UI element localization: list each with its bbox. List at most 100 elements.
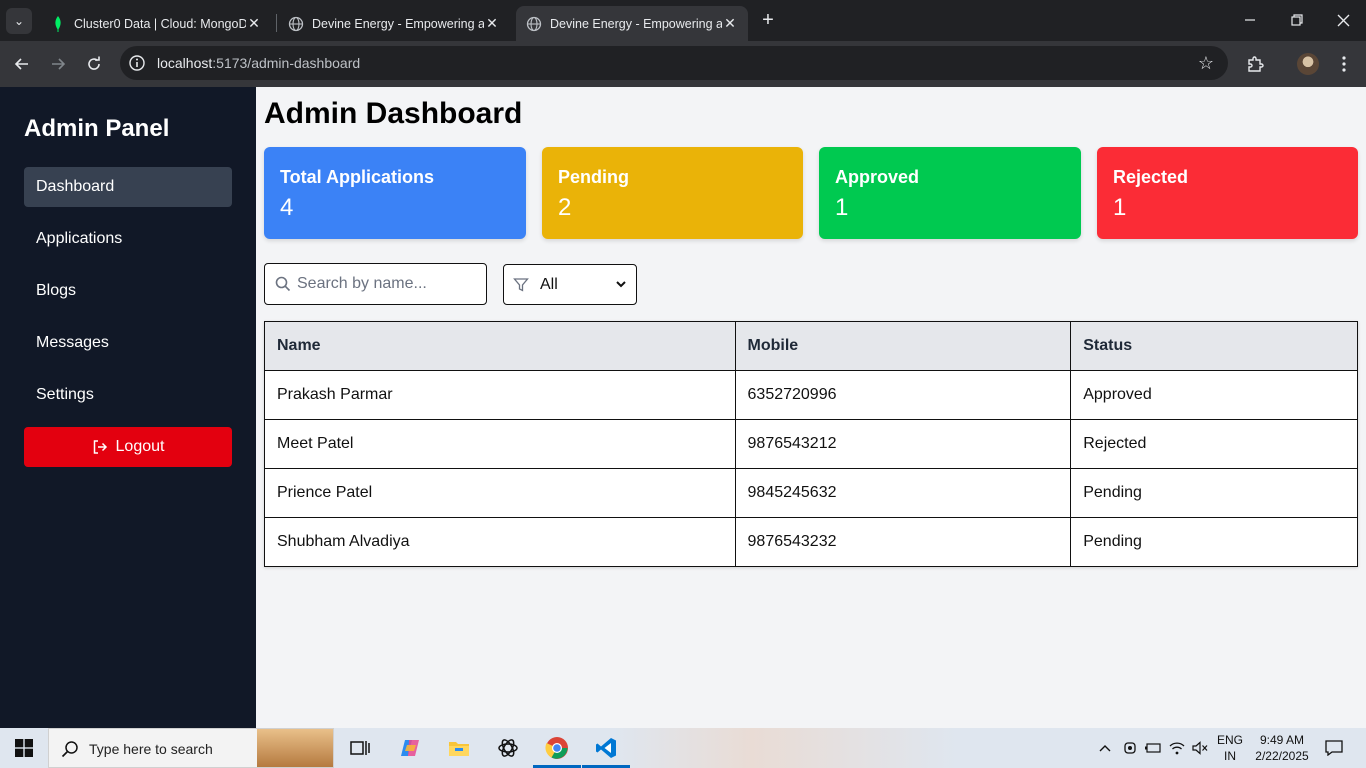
cell-mobile: 9876543232 bbox=[734, 517, 1072, 567]
search-input[interactable] bbox=[297, 272, 477, 296]
tab-devine-energy-active[interactable]: Devine Energy - Empowering a ✕ bbox=[516, 6, 748, 41]
sidebar-item-settings[interactable]: Settings bbox=[24, 375, 232, 415]
close-window-icon[interactable] bbox=[1331, 8, 1355, 32]
logout-label: Logout bbox=[115, 438, 165, 455]
cell-status: Pending bbox=[1070, 517, 1358, 567]
stat-label: Approved bbox=[835, 167, 920, 187]
cell-name: Prakash Parmar bbox=[264, 370, 736, 420]
tab-devine-energy-1[interactable]: Devine Energy - Empowering a ✕ bbox=[278, 6, 510, 41]
url-path: :5173/admin-dashboard bbox=[212, 55, 361, 71]
tab-title: Devine Energy - Empowering a bbox=[312, 16, 484, 31]
language-indicator[interactable]: ENG IN bbox=[1213, 732, 1247, 764]
cell-status: Pending bbox=[1070, 468, 1358, 518]
column-header-mobile[interactable]: Mobile bbox=[734, 321, 1072, 371]
globe-icon bbox=[288, 16, 304, 32]
volume-muted-icon[interactable] bbox=[1189, 728, 1211, 768]
stat-value: 2 bbox=[558, 194, 572, 221]
url-text: localhost:5173/admin-dashboard bbox=[157, 55, 360, 71]
cell-status: Approved bbox=[1070, 370, 1358, 420]
sidebar-title: Admin Panel bbox=[24, 115, 170, 142]
battery-icon[interactable] bbox=[1143, 728, 1163, 768]
table-row[interactable]: Prakash Parmar 6352720996 Approved bbox=[264, 370, 1358, 420]
table-row[interactable]: Meet Patel 9876543212 Rejected bbox=[264, 419, 1358, 469]
globe-icon bbox=[526, 16, 542, 32]
url-host: localhost bbox=[157, 55, 213, 71]
taskbar-search-box[interactable]: Type here to search bbox=[48, 728, 334, 768]
search-icon bbox=[61, 741, 78, 758]
cell-name: Shubham Alvadiya bbox=[264, 517, 736, 567]
logout-button[interactable]: Logout bbox=[24, 427, 232, 467]
column-header-name[interactable]: Name bbox=[264, 321, 736, 371]
tab-search-dropdown-icon[interactable]: ⌄ bbox=[6, 8, 32, 34]
back-arrow-icon[interactable] bbox=[10, 52, 34, 76]
task-view-icon[interactable] bbox=[336, 728, 384, 768]
stat-value: 1 bbox=[1113, 194, 1127, 221]
windows-start-icon[interactable] bbox=[0, 728, 48, 768]
cell-mobile: 9845245632 bbox=[734, 468, 1072, 518]
bookmark-star-icon[interactable]: ☆ bbox=[1198, 53, 1214, 74]
status-filter-select[interactable]: All bbox=[503, 264, 637, 305]
cell-name: Prience Patel bbox=[264, 468, 736, 518]
windows-taskbar: Type here to search ENG IN 9:49 AM 2/22/… bbox=[0, 728, 1366, 768]
cell-name: Meet Patel bbox=[264, 419, 736, 469]
stat-label: Rejected bbox=[1113, 167, 1189, 187]
stat-card-rejected: Rejected 1 bbox=[1097, 147, 1358, 239]
table-row[interactable]: Shubham Alvadiya 9876543232 Pending bbox=[264, 517, 1358, 567]
meet-now-icon[interactable] bbox=[1120, 728, 1140, 768]
stat-value: 1 bbox=[835, 194, 849, 221]
table-row[interactable]: Prience Patel 9845245632 Pending bbox=[264, 468, 1358, 518]
new-tab-plus-icon[interactable]: + bbox=[757, 9, 779, 31]
forward-arrow-icon[interactable] bbox=[46, 52, 70, 76]
tab-close-icon[interactable]: ✕ bbox=[246, 15, 262, 32]
cell-mobile: 9876543212 bbox=[734, 419, 1072, 469]
notification-center-icon[interactable] bbox=[1320, 728, 1348, 768]
tab-close-icon[interactable]: ✕ bbox=[484, 15, 500, 32]
search-highlight-image bbox=[257, 729, 333, 767]
sidebar-item-dashboard[interactable]: Dashboard bbox=[24, 167, 232, 207]
system-clock[interactable]: 9:49 AM 2/22/2025 bbox=[1252, 732, 1312, 764]
show-hidden-icons-chevron-up-icon[interactable] bbox=[1094, 728, 1116, 768]
search-box bbox=[264, 263, 487, 305]
tab-title: Devine Energy - Empowering a bbox=[550, 16, 722, 31]
profile-avatar[interactable] bbox=[1296, 52, 1320, 76]
filter-selected-value: All bbox=[540, 276, 558, 293]
stat-card-approved: Approved 1 bbox=[819, 147, 1081, 239]
chatgpt-icon[interactable] bbox=[484, 728, 532, 768]
stat-value: 4 bbox=[280, 194, 294, 221]
browser-tab-bar: ⌄ Cluster0 Data | Cloud: MongoDB ✕ Devin… bbox=[0, 0, 1366, 41]
wifi-icon[interactable] bbox=[1167, 728, 1187, 768]
clock-date: 2/22/2025 bbox=[1255, 749, 1309, 763]
language-code: ENG bbox=[1216, 733, 1243, 747]
chevron-down-icon bbox=[616, 281, 626, 288]
extensions-puzzle-icon[interactable] bbox=[1243, 52, 1267, 76]
tab-close-icon[interactable]: ✕ bbox=[722, 15, 738, 32]
more-menu-icon[interactable] bbox=[1332, 52, 1356, 76]
admin-sidebar: Admin Panel Dashboard Applications Blogs… bbox=[0, 87, 256, 728]
stat-card-pending: Pending 2 bbox=[542, 147, 803, 239]
file-explorer-icon[interactable] bbox=[435, 728, 483, 768]
sidebar-item-messages[interactable]: Messages bbox=[24, 323, 232, 363]
copilot-icon[interactable] bbox=[386, 728, 434, 768]
minimize-icon[interactable] bbox=[1238, 8, 1262, 32]
dashboard-main: Admin Dashboard Total Applications 4 Pen… bbox=[256, 87, 1366, 728]
cell-status: Rejected bbox=[1070, 419, 1358, 469]
chrome-icon[interactable] bbox=[533, 728, 581, 768]
cell-mobile: 6352720996 bbox=[734, 370, 1072, 420]
tab-divider bbox=[276, 14, 277, 32]
address-bar[interactable]: localhost:5173/admin-dashboard ☆ bbox=[120, 46, 1228, 80]
sidebar-item-applications[interactable]: Applications bbox=[24, 219, 232, 259]
language-region: IN bbox=[1224, 749, 1236, 763]
stat-label: Pending bbox=[558, 167, 629, 187]
site-info-icon[interactable] bbox=[128, 54, 146, 72]
browser-toolbar: localhost:5173/admin-dashboard ☆ bbox=[0, 41, 1366, 87]
tab-title: Cluster0 Data | Cloud: MongoDB bbox=[74, 16, 246, 31]
column-header-status[interactable]: Status bbox=[1070, 321, 1358, 371]
sidebar-item-blogs[interactable]: Blogs bbox=[24, 271, 232, 311]
reload-icon[interactable] bbox=[82, 52, 106, 76]
search-icon bbox=[275, 276, 291, 292]
tab-mongodb[interactable]: Cluster0 Data | Cloud: MongoDB ✕ bbox=[40, 6, 272, 41]
restore-icon[interactable] bbox=[1285, 8, 1309, 32]
vscode-icon[interactable] bbox=[582, 728, 630, 768]
page-title: Admin Dashboard bbox=[264, 97, 523, 130]
stat-card-total: Total Applications 4 bbox=[264, 147, 526, 239]
